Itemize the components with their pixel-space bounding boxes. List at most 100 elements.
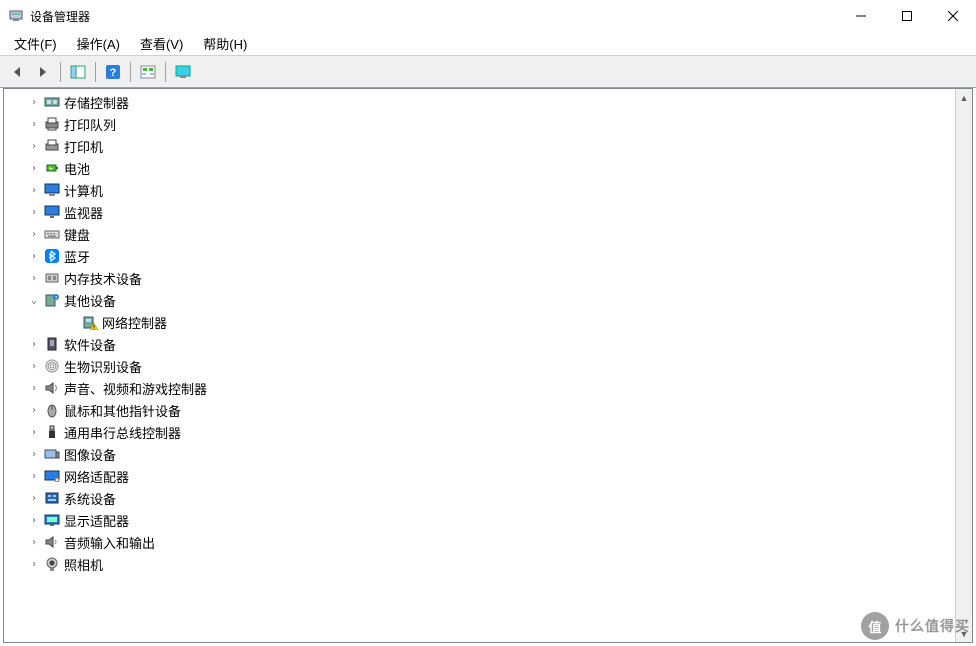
expand-icon[interactable]: › (26, 556, 42, 572)
expand-icon[interactable]: › (26, 116, 42, 132)
tree-item[interactable]: › 内存技术设备 (4, 267, 955, 289)
tree-item-label: 电池 (64, 159, 90, 178)
monitor-button[interactable] (171, 60, 195, 84)
computer-icon (44, 182, 60, 198)
tree-item[interactable]: › 音频输入和输出 (4, 531, 955, 553)
svg-text:!: ! (93, 326, 95, 331)
expand-icon[interactable]: › (26, 534, 42, 550)
expand-icon[interactable]: › (26, 490, 42, 506)
scroll-down-button[interactable]: ▼ (956, 625, 972, 642)
tree-item[interactable]: › 照相机 (4, 553, 955, 575)
tree-item-label: 存储控制器 (64, 93, 129, 112)
collapse-icon[interactable]: ⌄ (26, 292, 42, 308)
expand-icon[interactable]: › (26, 248, 42, 264)
tree-item[interactable]: › 鼠标和其他指针设备 (4, 399, 955, 421)
menu-view[interactable]: 查看(V) (130, 31, 193, 56)
tree-item[interactable]: › 生物识别设备 (4, 355, 955, 377)
tree-item[interactable]: › 计算机 (4, 179, 955, 201)
expand-icon[interactable]: › (26, 270, 42, 286)
tree-item-label: 声音、视频和游戏控制器 (64, 379, 207, 398)
tree-item-label: 显示适配器 (64, 511, 129, 530)
scroll-up-button[interactable]: ▲ (956, 89, 972, 106)
menu-file[interactable]: 文件(F) (4, 31, 67, 56)
expand-icon[interactable]: › (26, 424, 42, 440)
expand-icon[interactable]: › (26, 204, 42, 220)
minimize-button[interactable] (838, 0, 884, 32)
expand-icon[interactable]: › (26, 94, 42, 110)
display-adapter-icon (44, 512, 60, 528)
close-button[interactable] (930, 0, 976, 32)
window-title: 设备管理器 (30, 8, 838, 25)
expand-icon[interactable]: › (26, 402, 42, 418)
toolbar-separator (165, 62, 166, 82)
tree-item[interactable]: › 声音、视频和游戏控制器 (4, 377, 955, 399)
tree-item[interactable]: › 系统设备 (4, 487, 955, 509)
toolbar-separator (130, 62, 131, 82)
forward-button[interactable] (31, 60, 55, 84)
scan-hardware-button[interactable] (136, 60, 160, 84)
tree-item-label: 音频输入和输出 (64, 533, 155, 552)
tree-item-label: 图像设备 (64, 445, 116, 464)
toolbar-separator (95, 62, 96, 82)
svg-text:?: ? (110, 67, 117, 79)
menu-help[interactable]: 帮助(H) (193, 31, 257, 56)
device-tree[interactable]: ›存储控制器›打印队列›打印机›电池›计算机›监视器›键盘›蓝牙›内存技术设备⌄… (4, 89, 955, 642)
back-button[interactable] (5, 60, 29, 84)
usb-icon (44, 424, 60, 440)
tree-item-label: 计算机 (64, 181, 103, 200)
biometric-icon (44, 358, 60, 374)
expand-icon[interactable]: › (26, 182, 42, 198)
tree-item-label: 生物识别设备 (64, 357, 142, 376)
expand-icon[interactable]: › (26, 446, 42, 462)
image-device-icon (44, 446, 60, 462)
audio-io-icon (44, 534, 60, 550)
tree-item-label: 内存技术设备 (64, 269, 142, 288)
print-queue-icon (44, 116, 60, 132)
maximize-button[interactable] (884, 0, 930, 32)
sound-icon (44, 380, 60, 396)
expand-icon[interactable]: › (26, 358, 42, 374)
toolbar-separator (60, 62, 61, 82)
tree-item[interactable]: › 监视器 (4, 201, 955, 223)
monitor-icon (44, 204, 60, 220)
scrollbar[interactable]: ▲ ▼ (955, 89, 972, 642)
tree-item[interactable]: › 软件设备 (4, 333, 955, 355)
tree-item[interactable]: ›键盘 (4, 223, 955, 245)
memory-icon (44, 270, 60, 286)
titlebar: 设备管理器 (0, 0, 976, 32)
expand-icon[interactable]: › (26, 160, 42, 176)
tree-item[interactable]: ›通用串行总线控制器 (4, 421, 955, 443)
expand-icon[interactable]: › (26, 226, 42, 242)
tree-item[interactable]: ›打印机 (4, 135, 955, 157)
show-hide-tree-button[interactable] (66, 60, 90, 84)
tree-item[interactable]: ›蓝牙 (4, 245, 955, 267)
tree-item-label: 照相机 (64, 555, 103, 574)
tree-item-label: 其他设备 (64, 291, 116, 310)
toolbar: ? (0, 56, 976, 88)
tree-item[interactable]: › 网络适配器 (4, 465, 955, 487)
menu-action[interactable]: 操作(A) (67, 31, 130, 56)
tree-item[interactable]: › 存储控制器 (4, 91, 955, 113)
expand-icon[interactable]: › (26, 138, 42, 154)
software-device-icon (44, 336, 60, 352)
tree-item-label: 监视器 (64, 203, 103, 222)
expand-icon[interactable]: › (26, 512, 42, 528)
tree-item[interactable]: › 电池 (4, 157, 955, 179)
window-controls (838, 0, 976, 32)
tree-child-item[interactable]: !网络控制器 (4, 311, 955, 333)
tree-item[interactable]: ⌄? 其他设备 (4, 289, 955, 311)
svg-text:?: ? (55, 296, 58, 302)
tree-item[interactable]: › 图像设备 (4, 443, 955, 465)
expand-icon[interactable]: › (26, 380, 42, 396)
tree-item-label: 鼠标和其他指针设备 (64, 401, 181, 420)
tree-item[interactable]: › 打印队列 (4, 113, 955, 135)
tree-item-label: 系统设备 (64, 489, 116, 508)
expand-icon[interactable]: › (26, 468, 42, 484)
tree-item-label: 网络适配器 (64, 467, 129, 486)
tree-item[interactable]: › 显示适配器 (4, 509, 955, 531)
tree-item-label: 软件设备 (64, 335, 116, 354)
tree-item-label: 打印队列 (64, 115, 116, 134)
battery-icon (44, 160, 60, 176)
expand-icon[interactable]: › (26, 336, 42, 352)
help-button[interactable]: ? (101, 60, 125, 84)
